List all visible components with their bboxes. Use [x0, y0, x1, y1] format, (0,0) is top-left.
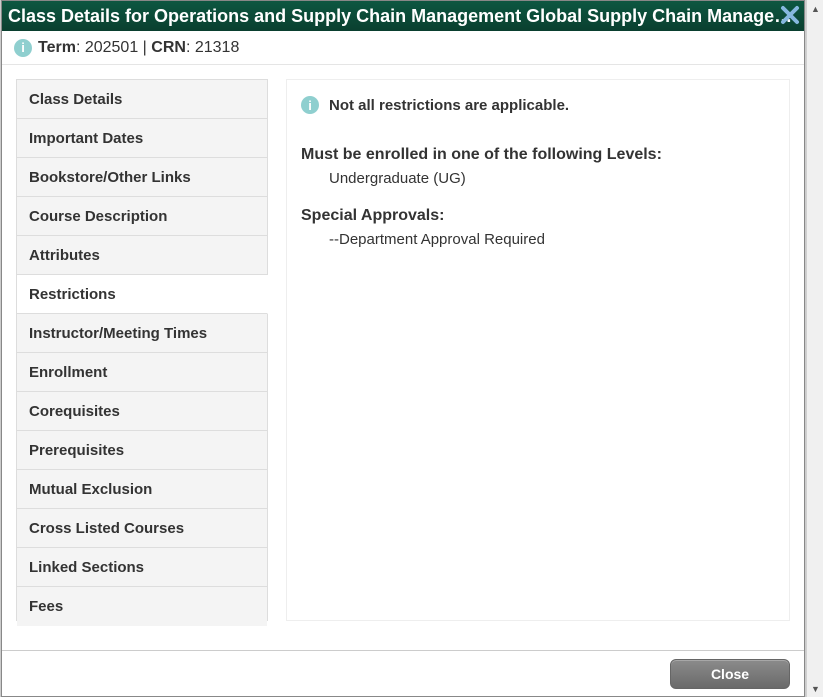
tab-cross-listed-courses[interactable]: Cross Listed Courses	[17, 509, 267, 548]
tab-restrictions[interactable]: Restrictions	[17, 275, 268, 314]
tab-class-details[interactable]: Class Details	[17, 80, 267, 119]
modal-body: Class Details Important Dates Bookstore/Ot…	[2, 65, 804, 635]
tab-label: Course Description	[29, 208, 167, 225]
scroll-down-arrow-icon[interactable]: ▼	[807, 680, 823, 697]
tab-enrollment[interactable]: Enrollment	[17, 353, 267, 392]
tab-label: Restrictions	[29, 286, 116, 303]
term-label: Term	[38, 39, 76, 56]
tab-instructor-meeting-times[interactable]: Instructor/Meeting Times	[17, 314, 267, 353]
tab-course-description[interactable]: Course Description	[17, 197, 267, 236]
tab-label: Mutual Exclusion	[29, 481, 152, 498]
tab-label: Important Dates	[29, 130, 143, 147]
levels-header: Must be enrolled in one of the following…	[301, 146, 775, 164]
close-button[interactable]: Close	[670, 659, 790, 689]
levels-body: Undergraduate (UG)	[301, 170, 775, 187]
tab-label: Fees	[29, 598, 63, 615]
page-scrollbar[interactable]: ▲ ▼	[806, 0, 823, 697]
tab-label: Class Details	[29, 91, 122, 108]
tab-linked-sections[interactable]: Linked Sections	[17, 548, 267, 587]
tab-prerequisites[interactable]: Prerequisites	[17, 431, 267, 470]
approvals-header: Special Approvals:	[301, 207, 775, 225]
class-details-modal: Class Details for Operations and Supply …	[1, 0, 805, 697]
tab-attributes[interactable]: Attributes	[17, 236, 267, 275]
modal-title: Class Details for Operations and Supply …	[8, 6, 792, 26]
scroll-up-arrow-icon[interactable]: ▲	[807, 0, 823, 17]
modal-footer: Close	[2, 650, 804, 696]
close-icon[interactable]	[778, 3, 802, 27]
crn-label: CRN	[151, 39, 186, 56]
tabs-list: Class Details Important Dates Bookstore/Ot…	[16, 79, 268, 621]
tab-label: Linked Sections	[29, 559, 144, 576]
tab-label: Attributes	[29, 247, 100, 264]
tab-label: Instructor/Meeting Times	[29, 325, 207, 342]
restrictions-notice: i Not all restrictions are applicable.	[301, 96, 775, 114]
term-crn-row: i Term: 202501 | CRN: 21318	[2, 31, 804, 65]
tab-label: Enrollment	[29, 364, 107, 381]
tab-content-restrictions: i Not all restrictions are applicable. M…	[286, 79, 790, 621]
notice-text: Not all restrictions are applicable.	[329, 97, 569, 114]
modal-titlebar: Class Details for Operations and Supply …	[2, 1, 804, 31]
tab-fees[interactable]: Fees	[17, 587, 267, 626]
tab-label: Prerequisites	[29, 442, 124, 459]
term-value: 202501	[85, 39, 138, 56]
tab-label: Corequisites	[29, 403, 120, 420]
tab-important-dates[interactable]: Important Dates	[17, 119, 267, 158]
tab-label: Cross Listed Courses	[29, 520, 184, 537]
meta-sep: |	[143, 39, 152, 56]
tab-corequisites[interactable]: Corequisites	[17, 392, 267, 431]
tab-label: Bookstore/Other Links	[29, 169, 191, 186]
info-icon: i	[301, 96, 319, 114]
approvals-body: --Department Approval Required	[301, 231, 775, 248]
tab-mutual-exclusion[interactable]: Mutual Exclusion	[17, 470, 267, 509]
info-icon: i	[14, 39, 32, 57]
tab-bookstore-other-links[interactable]: Bookstore/Other Links	[17, 158, 267, 197]
crn-value: 21318	[195, 39, 240, 56]
